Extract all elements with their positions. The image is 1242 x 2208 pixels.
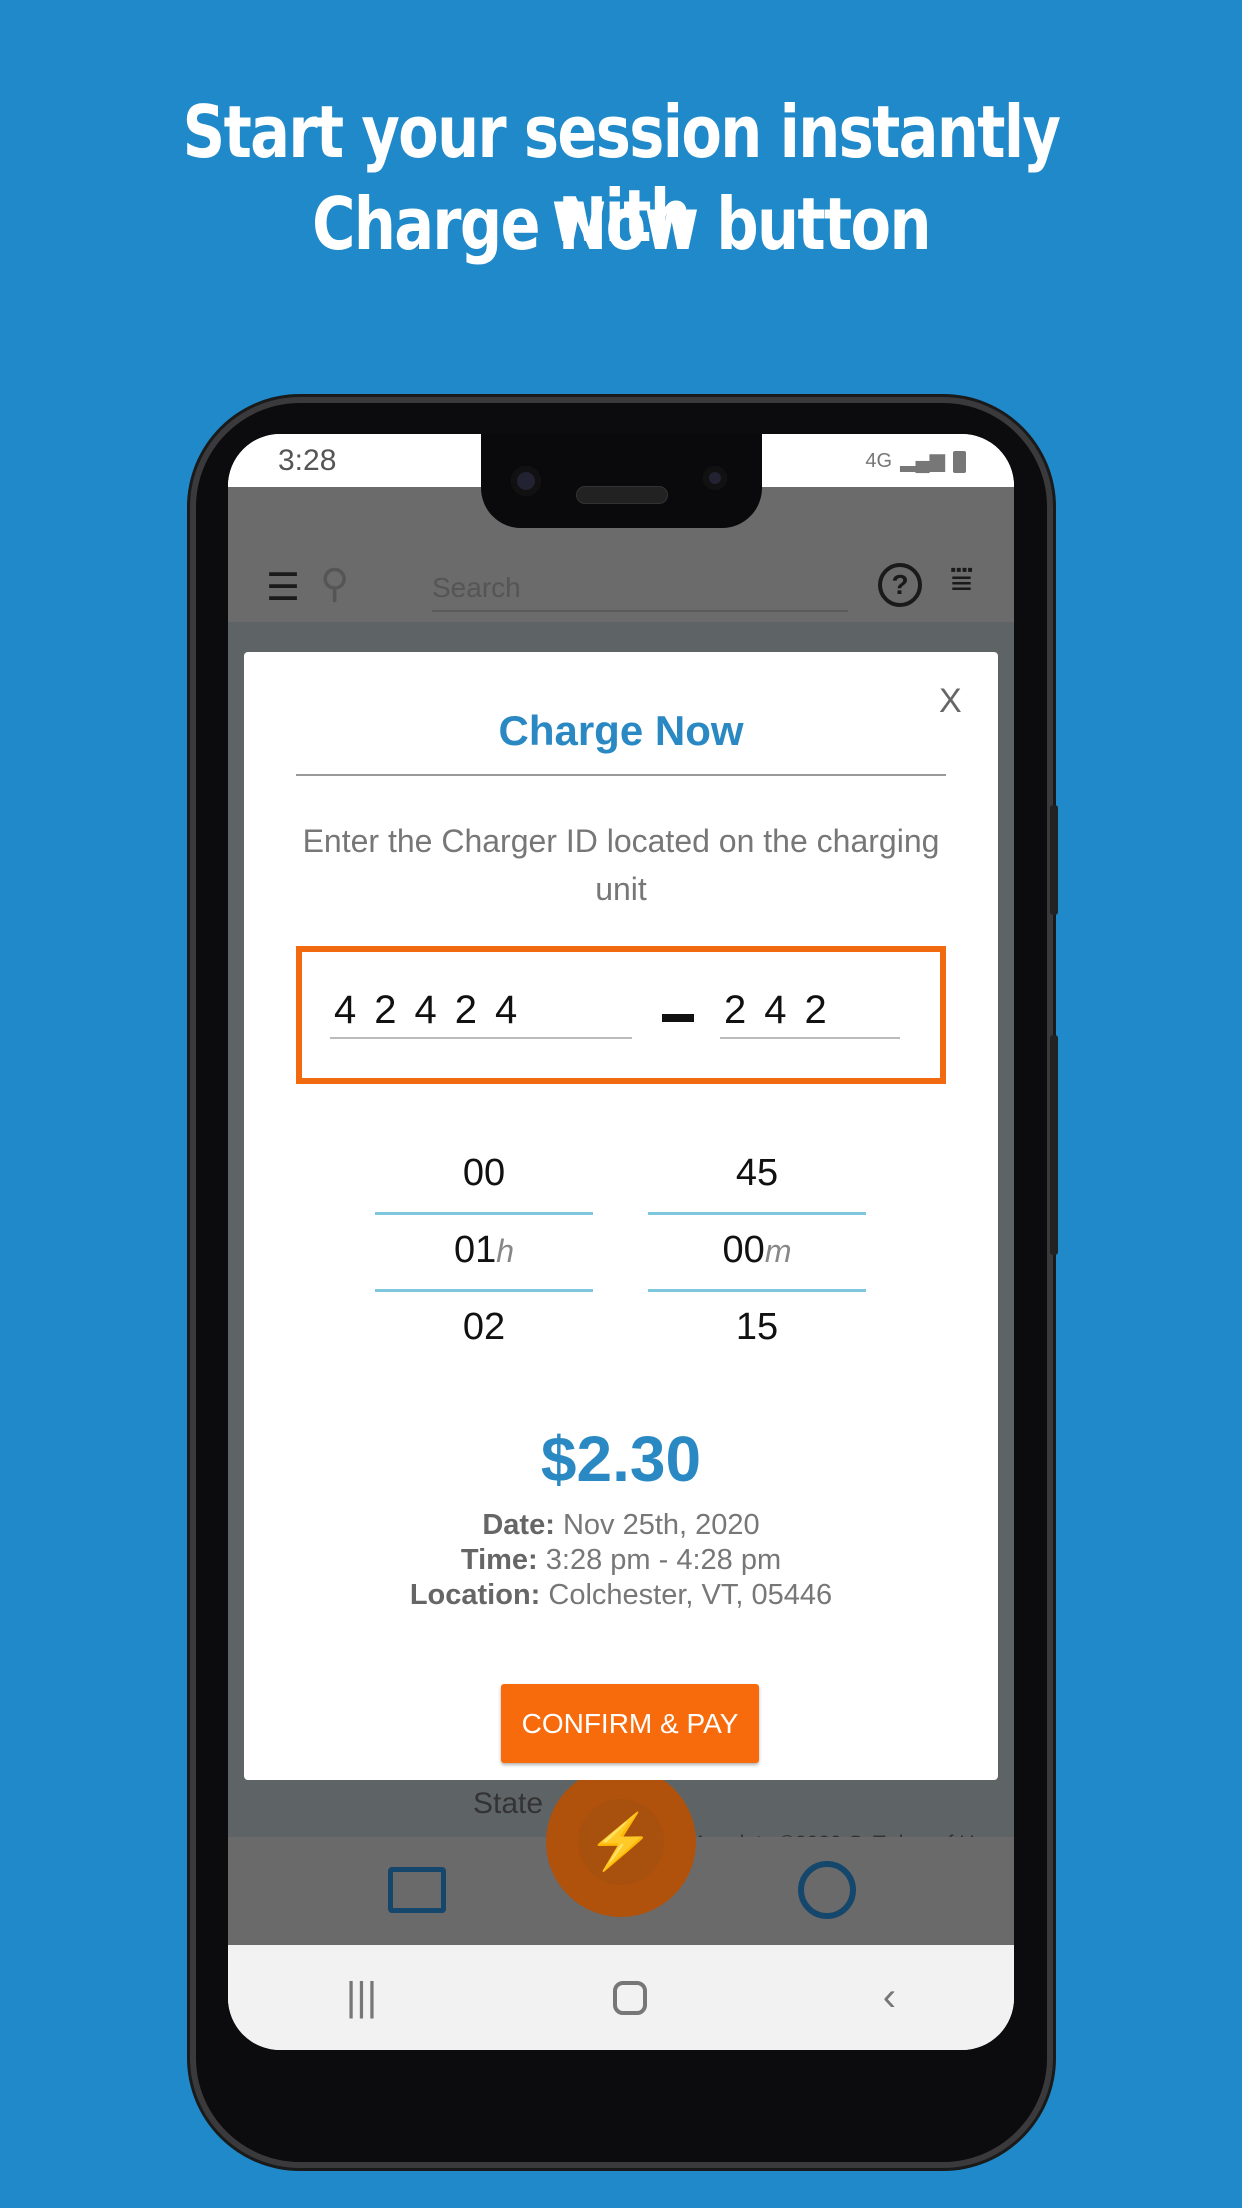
menu-icon[interactable]: ☰	[266, 565, 300, 610]
price: $2.30	[540, 1423, 702, 1495]
date-label: Date:	[482, 1509, 555, 1541]
dialog-title: Charge Now	[498, 707, 744, 754]
minutes-next[interactable]: 15	[648, 1306, 866, 1349]
date-value: Nov 25th, 2020	[562, 1509, 760, 1541]
help-icon[interactable]: ?	[878, 563, 922, 607]
hours-prev[interactable]: 00	[375, 1152, 593, 1195]
instruction-text: Enter the Charger ID located on the char…	[302, 823, 940, 907]
picker-line	[375, 1212, 593, 1215]
camera-notch	[481, 434, 762, 528]
charge-now-lightning-icon[interactable]: ⚡	[546, 1767, 696, 1917]
phone-side-button	[1050, 805, 1058, 915]
date-row: Date: Nov 25th, 2020	[244, 1509, 998, 1542]
minutes-unit: m	[764, 1233, 792, 1269]
minutes-selected: 00	[722, 1229, 765, 1271]
time-value: 3:28 pm - 4:28 pm	[545, 1544, 782, 1576]
speaker-grille	[576, 486, 668, 504]
map-place-label: State	[473, 1787, 544, 1820]
home-icon[interactable]	[612, 1980, 647, 2015]
status-time: 3:28	[278, 444, 337, 477]
bottom-nav: ⚡	[228, 1767, 1014, 1945]
back-icon[interactable]: ‹	[883, 1975, 896, 2020]
location-value: Colchester, VT, 05446	[548, 1579, 833, 1611]
payment-card-icon[interactable]	[388, 1867, 446, 1913]
search-icon[interactable]: ⚲	[320, 561, 349, 607]
android-nav-bar: ||| ‹	[228, 1945, 1014, 2050]
location-row: Location: Colchester, VT, 05446	[244, 1579, 998, 1612]
hours-unit: h	[496, 1233, 515, 1269]
hours-next[interactable]: 02	[375, 1306, 593, 1349]
minutes-prev[interactable]: 45	[648, 1152, 866, 1195]
history-clock-icon[interactable]	[798, 1861, 856, 1919]
confirm-pay-button[interactable]: CONFIRM & PAY	[501, 1684, 759, 1763]
hours-selected: 01	[453, 1229, 497, 1271]
network-icon: 4G	[865, 450, 893, 472]
id-separator	[662, 1014, 694, 1022]
filter-icon[interactable]: ⩸	[950, 559, 973, 602]
signal-icon: ▂▄▆	[900, 450, 945, 472]
charger-id-box: 42424 242	[296, 946, 946, 1084]
recent-apps-icon[interactable]: |||	[346, 1975, 377, 2020]
time-row: Time: 3:28 pm - 4:28 pm	[244, 1544, 998, 1577]
charger-id-part2-input[interactable]: 242	[720, 988, 900, 1039]
phone-volume-button	[1050, 1035, 1058, 1255]
picker-line	[375, 1289, 593, 1292]
charger-id-part1-input[interactable]: 42424	[330, 988, 632, 1039]
charge-now-dialog: X Charge Now Enter the Charger ID locate…	[244, 652, 998, 1780]
hours-picker[interactable]: 00 01h 02	[375, 1152, 593, 1372]
search-input[interactable]: Search	[432, 572, 848, 612]
camera-icon	[703, 466, 727, 490]
battery-icon	[953, 451, 966, 473]
picker-line	[648, 1289, 866, 1292]
minutes-picker[interactable]: 45 00m 15	[648, 1152, 866, 1372]
time-label: Time:	[460, 1544, 538, 1576]
camera-icon	[511, 466, 541, 496]
picker-line	[648, 1212, 866, 1215]
location-label: Location:	[409, 1579, 541, 1611]
title-divider	[296, 774, 946, 776]
headline-line-2: Charge Now button	[312, 182, 931, 266]
